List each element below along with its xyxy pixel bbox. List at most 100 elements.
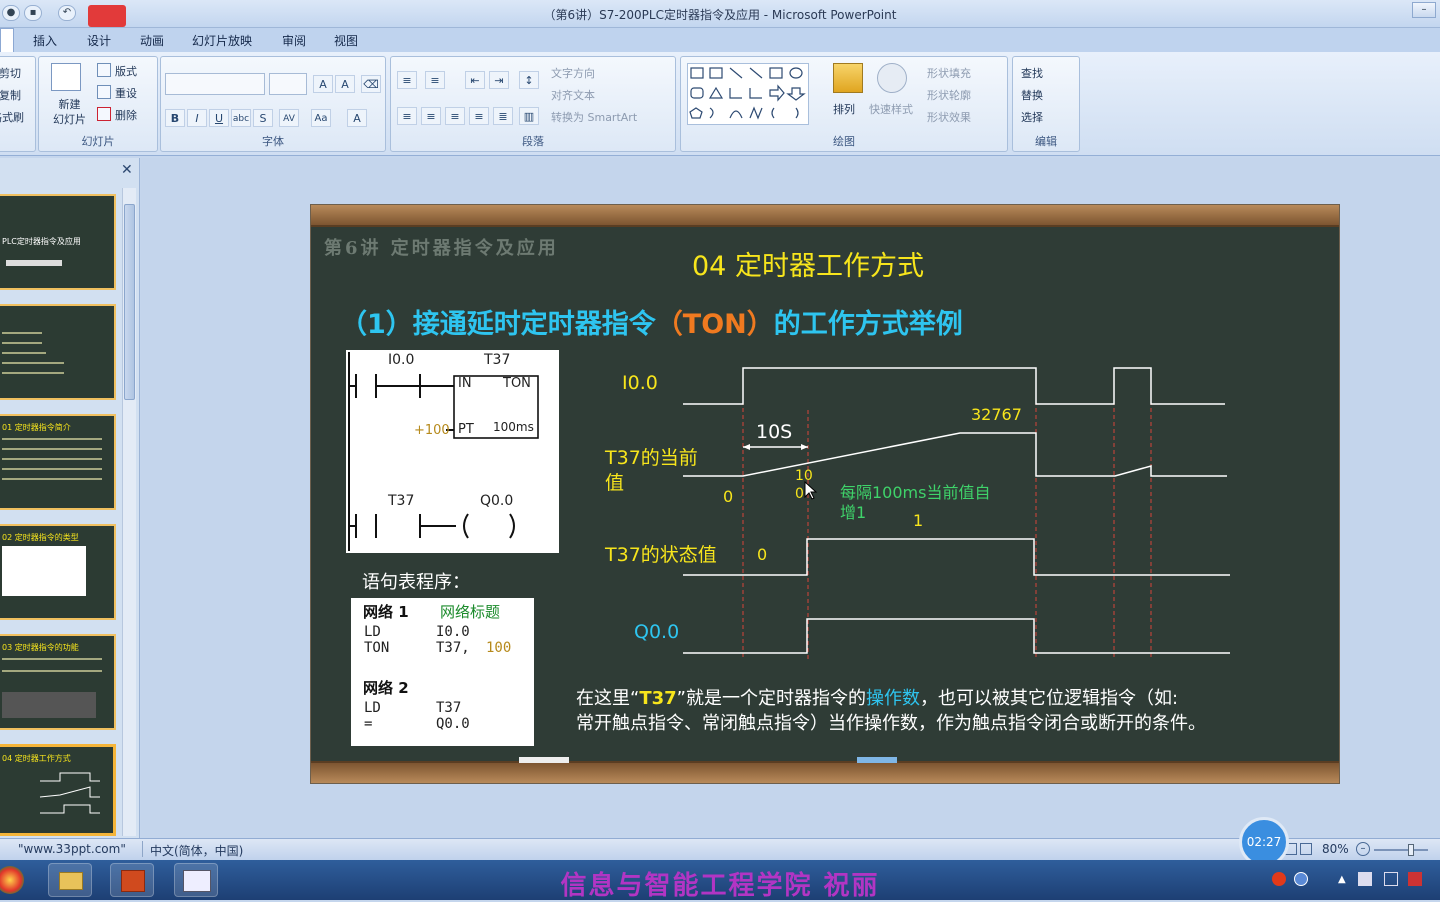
slides-panel: ✕ PLC定时器指令及应用 01 定时器指令简介 02 定时器指令的类型 03 … (0, 158, 140, 838)
chalk-piece (857, 757, 897, 763)
shrink-font-icon[interactable]: A (335, 75, 355, 93)
new-slide-icon[interactable] (51, 63, 81, 91)
strikethrough-icon[interactable]: abc (231, 109, 251, 127)
minimize-button[interactable]: – (1412, 2, 1436, 18)
tab-view[interactable]: 视图 (334, 32, 358, 49)
underline-icon[interactable]: U (209, 109, 229, 127)
format-painter-button[interactable]: 格式刷 (0, 109, 24, 125)
slideshow-view-icon[interactable] (1300, 843, 1312, 855)
blackboard-frame-bottom (311, 761, 1339, 783)
timing-max-value: 32767 (971, 405, 1022, 424)
thumbnail-line (2, 448, 102, 450)
stl-operand: T37 (436, 700, 462, 716)
align-left-icon[interactable]: ≡ (397, 107, 417, 125)
shadow-icon[interactable]: S (253, 109, 273, 127)
char-spacing-icon[interactable]: AV (279, 109, 299, 127)
input-method-icon[interactable] (1272, 872, 1286, 886)
zoom-level[interactable]: 80% (1322, 842, 1349, 856)
tab-review[interactable]: 审阅 (282, 32, 306, 49)
delete-button[interactable]: 删除 (115, 107, 137, 123)
align-text-button[interactable]: 对齐文本 (551, 87, 595, 103)
close-panel-icon[interactable]: ✕ (121, 162, 133, 178)
justify-icon[interactable]: ≡ (469, 107, 489, 125)
thumbnail-line (2, 458, 102, 460)
tab-design[interactable]: 设计 (87, 32, 111, 49)
distribute-icon[interactable]: ≣ (493, 107, 513, 125)
font-family-combo[interactable] (165, 73, 265, 95)
numbering-icon[interactable]: ≡ (425, 71, 445, 89)
columns-icon[interactable]: ▥ (519, 107, 539, 125)
font-size-combo[interactable] (269, 73, 307, 95)
find-button[interactable]: 查找 (1021, 65, 1043, 81)
stl-heading: 语句表程序： (362, 572, 470, 593)
chalk-piece (519, 757, 569, 763)
network-icon[interactable] (1384, 872, 1398, 886)
shape-outline-button[interactable]: 形状轮廓 (927, 87, 971, 103)
action-center-icon[interactable] (1408, 872, 1422, 886)
stl-op: = (364, 716, 373, 732)
italic-icon[interactable]: I (187, 109, 207, 127)
subtitle-part: （1）接通延时定时器指令 (340, 309, 656, 340)
new-slide-button[interactable]: 新建 幻灯片 (53, 97, 86, 127)
clear-format-icon[interactable]: ⌫ (361, 75, 381, 93)
slide-thumbnail-5[interactable]: 03 定时器指令的功能 (0, 634, 116, 730)
shape-fill-button[interactable]: 形状填充 (927, 65, 971, 81)
select-button[interactable]: 选择 (1021, 109, 1043, 125)
align-right-icon[interactable]: ≡ (445, 107, 465, 125)
slides-panel-scrollbar[interactable] (122, 188, 136, 836)
zoom-slider[interactable] (1374, 849, 1428, 851)
tab-home[interactable] (0, 28, 14, 52)
volume-icon[interactable] (1358, 872, 1372, 886)
align-center-icon[interactable]: ≡ (421, 107, 441, 125)
thumbnail-caption: 03 定时器指令的功能 (2, 643, 79, 652)
ribbon-tabs: 插入 设计 动画 幻灯片放映 审阅 视图 (0, 28, 1440, 52)
reset-icon (97, 85, 111, 99)
cut-button[interactable]: 剪切 (0, 65, 21, 81)
arrange-button[interactable]: 排列 (833, 101, 855, 117)
tab-animation[interactable]: 动画 (140, 32, 164, 49)
tray-expand-icon[interactable]: ▲ (1338, 874, 1346, 885)
ladder-in-label: IN (458, 376, 472, 391)
reset-button[interactable]: 重设 (115, 85, 137, 101)
tab-slideshow[interactable]: 幻灯片放映 (192, 32, 252, 49)
slides-group: 新建 幻灯片 版式 重设 删除 幻灯片 (38, 56, 158, 152)
bullets-icon[interactable]: ≡ (397, 71, 417, 89)
help-icon[interactable] (1294, 872, 1308, 886)
line-spacing-icon[interactable]: ↕ (519, 71, 539, 89)
text-direction-button[interactable]: 文字方向 (551, 65, 595, 81)
change-case-icon[interactable]: Aa (311, 109, 331, 127)
slide-paragraph-line1: 在这里“T37”就是一个定时器指令的操作数，也可以被其它位逻辑指令（如: (576, 684, 1178, 710)
watermark-text: 信息与智能工程学院 祝丽 (560, 871, 880, 901)
slide-thumbnail-2[interactable] (0, 304, 116, 400)
thumbnail-line (2, 352, 46, 354)
paragraph-group-label: 段落 (522, 135, 544, 148)
slide-thumbnail-1[interactable]: PLC定时器指令及应用 (0, 194, 116, 290)
ladder-pt-value: +100 (414, 423, 450, 438)
slide-thumbnail-3[interactable]: 01 定时器指令简介 (0, 414, 116, 510)
editing-group-label: 编辑 (1035, 135, 1057, 148)
grow-font-icon[interactable]: A (313, 75, 333, 93)
zoom-out-icon[interactable]: – (1356, 842, 1370, 856)
shapes-gallery[interactable] (687, 63, 809, 125)
smartart-button[interactable]: 转换为 SmartArt (551, 109, 637, 125)
status-theme: "www.33ppt.com" (18, 842, 126, 856)
quick-styles-icon (877, 63, 907, 93)
thumbnail-line (2, 342, 42, 344)
replace-button[interactable]: 替换 (1021, 87, 1043, 103)
status-language[interactable]: 中文(简体，中国) (150, 842, 243, 859)
bold-icon[interactable]: B (165, 109, 185, 127)
tab-insert[interactable]: 插入 (33, 32, 57, 49)
slide-thumbnail-4[interactable]: 02 定时器指令的类型 (0, 524, 116, 620)
layout-button[interactable]: 版式 (115, 63, 137, 79)
quick-styles-button[interactable]: 快速样式 (869, 101, 913, 117)
decrease-indent-icon[interactable]: ⇤ (465, 71, 485, 89)
zoom-slider-thumb[interactable] (1408, 844, 1414, 856)
copy-button[interactable]: 复制 (0, 87, 21, 103)
scrollbar-thumb[interactable] (124, 204, 135, 400)
slide-thumbnail-6[interactable]: 04 定时器工作方式 (0, 744, 116, 836)
arrange-icon (833, 63, 863, 93)
thumbnail-line (2, 332, 42, 334)
increase-indent-icon[interactable]: ⇥ (489, 71, 509, 89)
shape-effects-button[interactable]: 形状效果 (927, 109, 971, 125)
font-color-icon[interactable]: A (347, 109, 367, 127)
